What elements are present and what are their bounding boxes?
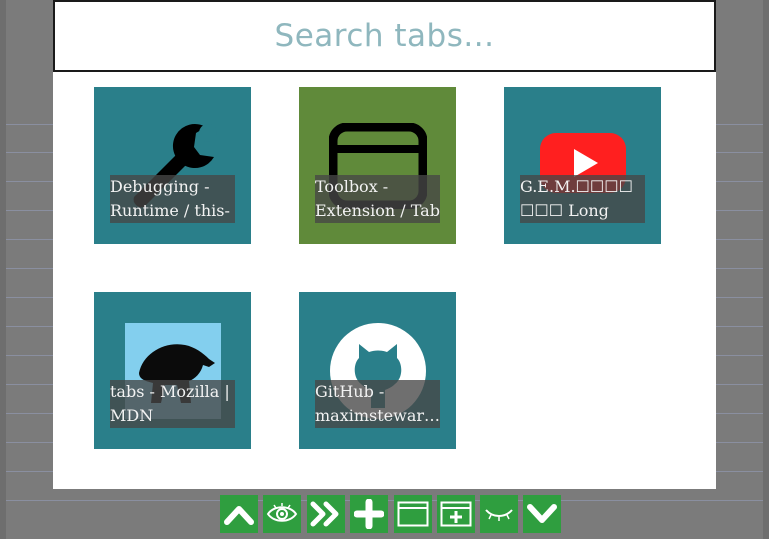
tab-title: tabs - Mozilla | MDN [110,380,235,428]
tab-title: GitHub - maximstewar… [315,380,440,428]
tab-title: G.E.M.☐☐☐☐ ☐☐☐ Long [520,175,645,223]
move-down-button[interactable] [523,495,561,533]
tab-title: Toolbox - Extension / Tab [315,175,440,223]
tab-tile[interactable]: Debugging - Runtime / this- [94,87,251,244]
tab-tile[interactable]: Toolbox - Extension / Tab [299,87,456,244]
eye-icon [266,503,298,522]
go-to-tab-button[interactable] [307,495,345,533]
closed-eye-icon [485,509,513,521]
chevron-up-icon [224,506,254,525]
tab-tile[interactable]: GitHub - maximstewar… [299,292,456,449]
search-input[interactable]: Search tabs... [53,0,716,72]
new-tab-in-window-button[interactable] [437,495,475,533]
hide-button[interactable] [480,495,518,533]
plus-icon [354,499,384,529]
new-tab-button[interactable] [350,495,388,533]
preview-button[interactable] [263,495,301,533]
window-icon [397,501,429,527]
double-chevron-right-icon [310,501,339,527]
tab-switcher-popup: Search tabs... Debugging - Runtime / thi… [53,0,716,489]
new-window-button[interactable] [394,495,432,533]
tab-title: Debugging - Runtime / this- [110,175,235,223]
move-up-button[interactable] [220,495,258,533]
chevron-down-icon [527,504,557,523]
tab-tile[interactable]: tabs - Mozilla | MDN [94,292,251,449]
window-plus-icon [440,501,472,527]
tab-tile[interactable]: G.E.M.☐☐☐☐ ☐☐☐ Long [504,87,661,244]
